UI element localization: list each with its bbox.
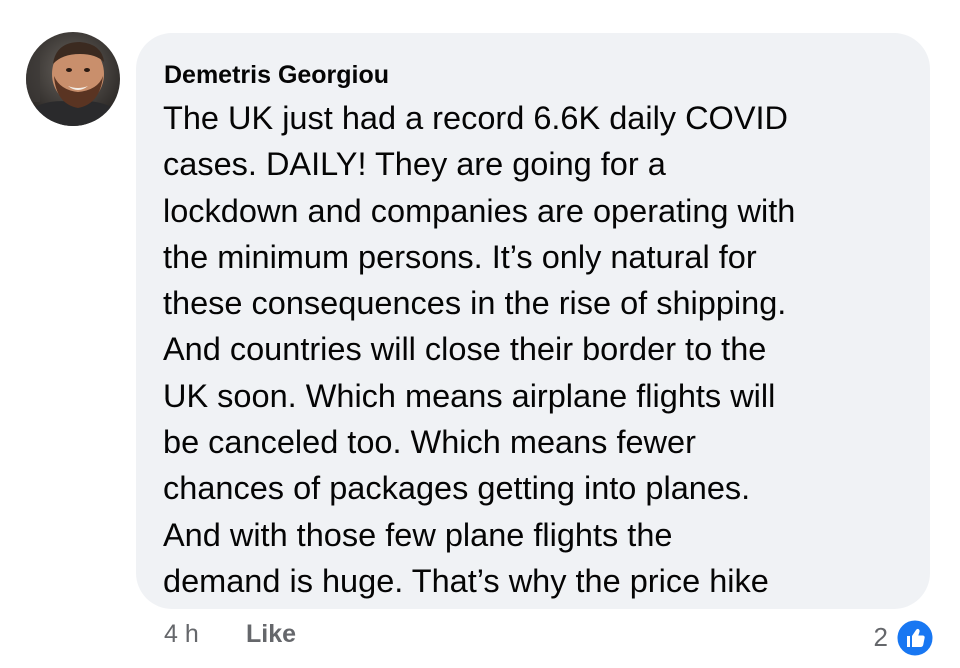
comment-timestamp[interactable]: 4 h [164,620,199,649]
comment-card: Demetris Georgiou The UK just had a reco… [0,0,960,668]
comment-text-line: these consequences in the rise of shippi… [163,285,787,322]
reaction-count[interactable]: 2 [874,622,888,653]
avatar[interactable] [26,32,120,126]
comment-text-line: The UK just had a record 6.6K daily COVI… [163,100,789,136]
comment-text-line: demand is huge. That’s why the price hik… [163,562,769,599]
like-button[interactable]: Like [246,620,296,649]
comment-text-line: cases. DAILY! They are going for a [163,146,666,183]
comment-text-line: be canceled too. Which means fewer [163,424,696,461]
comment-text-line: And with those few plane flights the [163,516,673,553]
thumbs-up-icon[interactable] [895,618,935,658]
comment-text-line: chances of packages getting into planes. [163,470,751,507]
comment-bubble: Demetris Georgiou The UK just had a reco… [136,33,930,609]
comment-body: The UK just had a record 6.6K daily COVI… [163,95,923,604]
comment-text-line: lockdown and companies are operating wit… [163,192,796,229]
comment-text-line: UK soon. Which means airplane flights wi… [163,377,776,414]
avatar-photo [26,32,120,126]
comment-text-line: the minimum persons. It’s only natural f… [163,238,757,275]
comment-author-name[interactable]: Demetris Georgiou [164,61,389,90]
comment-text-line: And countries will close their border to… [163,331,767,368]
